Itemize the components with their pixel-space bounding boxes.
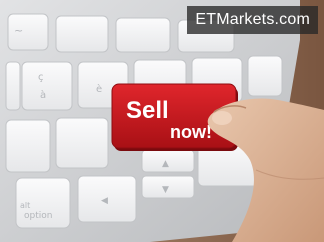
keyboard-illustration: ~ ç à è alt option ◀ ▲ ▼ Sell now! bbox=[0, 0, 324, 242]
key-legend-e-grave: è bbox=[96, 83, 102, 95]
key-legend-a-grave: à bbox=[40, 89, 46, 101]
arrow-up-icon: ▲ bbox=[162, 159, 169, 169]
key-legend-option: option bbox=[24, 211, 52, 221]
now-key-label: now! bbox=[170, 122, 212, 142]
etmarkets-watermark: ETMarkets.com bbox=[187, 6, 318, 34]
arrow-left-icon: ◀ bbox=[101, 196, 108, 206]
stock-photo: ~ ç à è alt option ◀ ▲ ▼ Sell now! ETMar… bbox=[0, 0, 324, 242]
arrow-down-icon: ▼ bbox=[162, 185, 169, 195]
key-legend-c-cedilla: ç bbox=[38, 72, 44, 83]
key-legend-tilde: ~ bbox=[14, 24, 23, 37]
sell-key-label: Sell bbox=[126, 97, 169, 124]
key-legend-alt: alt bbox=[20, 201, 30, 210]
